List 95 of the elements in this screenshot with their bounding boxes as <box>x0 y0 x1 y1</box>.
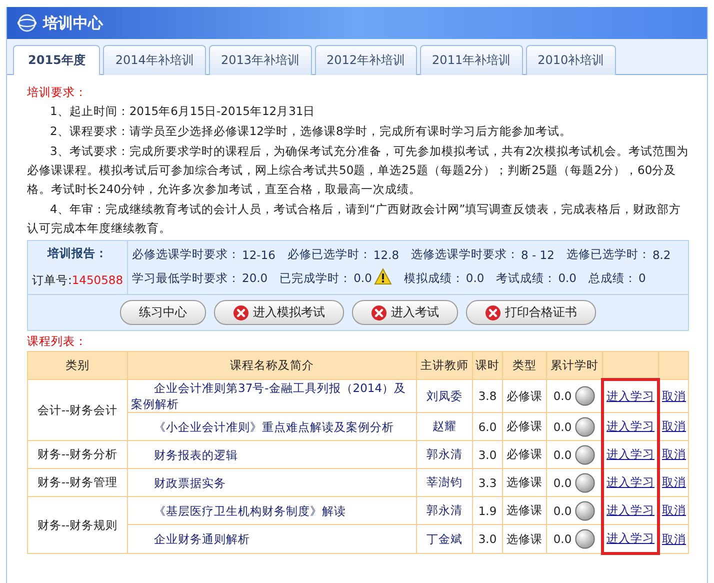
status-circle-icon <box>574 500 595 520</box>
course-name: 财务报表的逻辑 <box>128 440 416 468</box>
warning-icon <box>374 268 392 285</box>
teacher-cell: 丁金斌 <box>416 524 472 554</box>
category-cell: 会计--财务会计 <box>28 380 128 440</box>
status-circle-icon <box>574 386 595 406</box>
stat-value: 0 <box>638 271 646 285</box>
action-button[interactable]: 打印合格证书 <box>466 300 596 325</box>
column-header: 累计学时 <box>546 352 602 380</box>
year-tab[interactable]: 2010补培训 <box>526 45 616 75</box>
study-link[interactable]: 进入学习 <box>606 503 654 517</box>
year-tab[interactable]: 2013年补培训 <box>208 45 312 75</box>
hours-cell: 3.8 <box>472 380 502 412</box>
stat-label: 学习最低学时要求： <box>132 270 240 286</box>
hours-cell: 3.0 <box>472 524 502 554</box>
type-cell: 选修课 <box>502 468 546 496</box>
year-tab[interactable]: 2015年度 <box>13 45 100 75</box>
course-name: 《基层医疗卫生机构财务制度》解读 <box>128 496 416 524</box>
accumulated-hours: 0.0 <box>553 532 572 546</box>
stat-value: 12-16 <box>242 248 276 262</box>
accumulated-hours: 0.0 <box>553 389 572 403</box>
type-cell: 必修课 <box>502 380 546 412</box>
column-header: 课程名称及简介 <box>128 352 416 380</box>
globe-icon <box>17 13 37 33</box>
stat-label: 已完成学时： <box>280 270 352 286</box>
study-link[interactable]: 进入学习 <box>606 475 654 489</box>
requirement-text: 2、课程要求：请学员至少选择必修课12学时，选修课8学时，完成所有课时学习后方能参加考试。 <box>49 123 572 140</box>
error-icon <box>485 304 501 320</box>
stat-value: 8 - 12 <box>521 248 554 262</box>
order-label: 订单号: <box>32 273 72 288</box>
window-title: 培训中心 <box>43 14 103 32</box>
study-link[interactable]: 进入学习 <box>606 419 654 433</box>
column-header: 课时 <box>472 352 502 380</box>
teacher-cell: 刘凤委 <box>416 380 472 412</box>
course-list-heading: 课程列表： <box>27 334 88 349</box>
teacher-cell: 莘澍钧 <box>416 468 472 496</box>
teacher-cell: 郭永清 <box>416 496 472 524</box>
stat-label: 考试成绩： <box>496 270 556 286</box>
category-cell: 财务--财务管理 <box>28 468 128 496</box>
course-name: 企业财务通则解析 <box>128 524 416 554</box>
stat-value: 8.2 <box>652 248 671 262</box>
hours-cell: 3.0 <box>472 440 502 468</box>
column-header: 类型 <box>502 352 546 380</box>
hours-cell: 1.9 <box>472 496 502 524</box>
requirement-text: 4、年审：完成继续教育考试的会计人员，考试合格后，请到“广西财政会计网”填写调查反馈表，完成表格后，财政部方认可完成本年度继续教育。 <box>27 201 682 237</box>
category-cell: 财务--财务分析 <box>28 440 128 468</box>
stat-value: 0.0 <box>466 271 484 285</box>
study-link[interactable]: 进入学习 <box>606 447 654 461</box>
teacher-cell: 赵耀 <box>416 412 472 440</box>
error-icon <box>233 304 249 320</box>
year-tab[interactable]: 2011年补培训 <box>420 45 523 75</box>
action-button[interactable]: 进入模拟考试 <box>214 300 344 325</box>
action-button[interactable]: 进入考试 <box>352 300 458 325</box>
stat-label: 选修选课学时要求： <box>411 247 520 262</box>
course-name: 企业会计准则第37号-金融工具列报（2014）及案例解析 <box>128 380 416 412</box>
column-header: 类别 <box>28 352 128 380</box>
accumulated-hours: 0.0 <box>553 504 572 518</box>
stat-label: 模拟成绩： <box>404 270 464 286</box>
status-circle-icon <box>574 529 595 549</box>
status-circle-icon <box>574 472 595 492</box>
status-circle-icon <box>574 416 595 436</box>
stat-label: 必修已选学时： <box>287 247 372 262</box>
course-name: 财政票据实务 <box>128 468 416 496</box>
action-button[interactable]: 练习中心 <box>120 300 206 325</box>
hours-cell: 6.0 <box>472 412 502 440</box>
year-tab[interactable]: 2012年补培训 <box>314 45 418 75</box>
accumulated-hours: 0.0 <box>553 448 572 462</box>
stat-value: 0.0 <box>354 271 372 285</box>
requirements-heading: 培训要求： <box>27 85 88 100</box>
hours-cell: 3.3 <box>472 468 502 496</box>
accumulated-hours: 0.0 <box>553 476 572 490</box>
requirement-text: 3、考试要求：完成所要求学时的课程后，为确保考试充分准备，可先参加模拟考试，共有2次模拟考试机会。考试范围为必修课课程。模拟考试后可参加综合考试，网上综合考试共50题，单选25题（每题2分）；判断25题（每题2分），60分及格。考试时长240分钟，允许多次参加考试，直至合格，取最高一次成绩。 <box>27 143 689 198</box>
category-cell: 财务--财务规则 <box>28 496 128 554</box>
type-cell: 必修课 <box>502 412 546 440</box>
study-link[interactable]: 进入学习 <box>606 531 654 545</box>
stat-label: 总成绩： <box>588 270 636 286</box>
report-heading: 培训报告： <box>48 246 108 261</box>
stat-value: 12.8 <box>373 248 400 262</box>
stat-label: 选修已选学时： <box>566 247 650 262</box>
study-link[interactable]: 进入学习 <box>606 389 654 403</box>
type-cell: 选修课 <box>502 496 546 524</box>
order-number: 1450588 <box>72 273 124 288</box>
accumulated-hours: 0.0 <box>553 420 572 434</box>
course-name: 《小企业会计准则》重点难点解读及案例分析 <box>128 412 416 440</box>
stat-label: 必修选课学时要求： <box>132 247 240 262</box>
status-circle-icon <box>574 444 595 464</box>
requirement-text: 1、起止时间：2015年6月15日-2015年12月31日 <box>49 103 316 120</box>
type-cell: 必修课 <box>502 440 546 468</box>
error-icon <box>371 304 387 320</box>
stat-value: 0.0 <box>558 271 576 285</box>
type-cell: 选修课 <box>502 524 546 554</box>
teacher-cell: 郭永清 <box>416 440 472 468</box>
stat-value: 20.0 <box>242 271 268 285</box>
year-tab[interactable]: 2014年补培训 <box>103 45 206 75</box>
column-header: 主讲教师 <box>416 352 472 380</box>
